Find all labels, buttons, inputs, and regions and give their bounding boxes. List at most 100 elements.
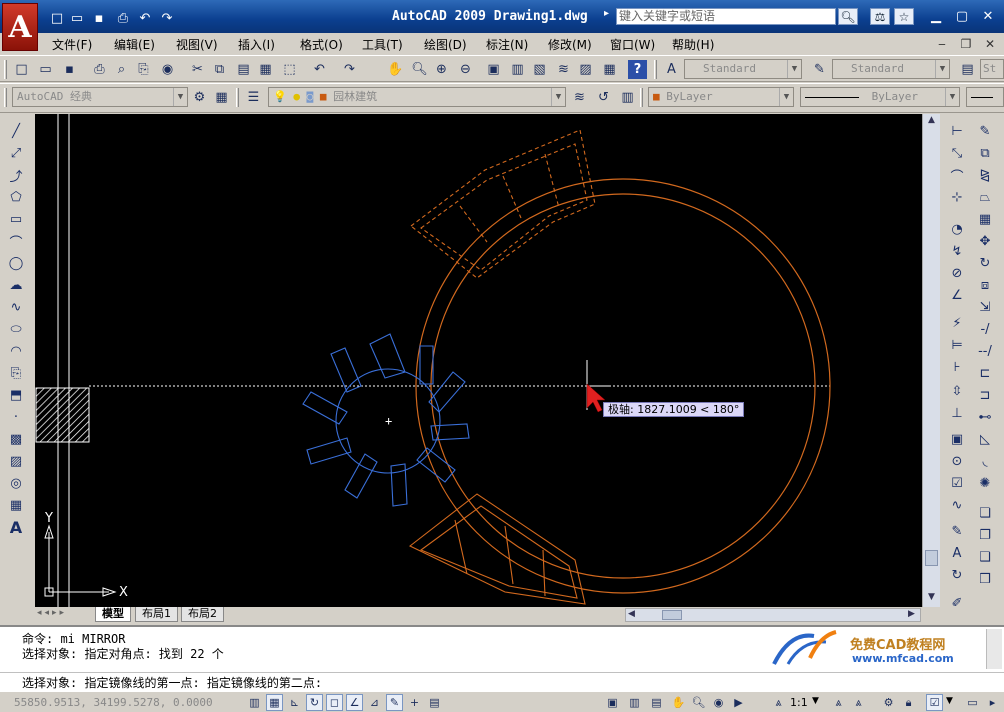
zoom-window-icon[interactable]: ⊕ bbox=[432, 60, 451, 79]
menu-dimension[interactable]: 标注(N) bbox=[486, 36, 528, 53]
tool-palettes-icon[interactable]: ▧ bbox=[530, 60, 549, 79]
rectangle-icon[interactable]: ▭ bbox=[6, 209, 26, 229]
tab-navigation-arrows[interactable]: ◂◂▸▸ bbox=[37, 608, 67, 618]
plot-preview-icon[interactable]: ⌕ bbox=[112, 60, 131, 79]
table-style-select[interactable]: St bbox=[980, 59, 1004, 79]
minimize-button[interactable]: ▁ bbox=[926, 8, 946, 25]
favorites-star-icon[interactable]: ☆ bbox=[894, 8, 914, 25]
workspace-settings-icon[interactable]: ⚙ bbox=[190, 88, 209, 107]
text-style-select[interactable]: Standard ▼ bbox=[684, 59, 802, 79]
command-scrollbar[interactable] bbox=[986, 629, 1002, 669]
search-arrow-icon[interactable]: ▸ bbox=[604, 8, 609, 19]
table-style-icon[interactable]: ▤ bbox=[958, 60, 977, 79]
quick-dimension-icon[interactable]: ⚡ bbox=[947, 313, 967, 333]
chamfer-icon[interactable]: ◺ bbox=[975, 429, 995, 449]
linetype-select[interactable]: ByLayer ▼ bbox=[800, 87, 960, 107]
paste-icon[interactable]: ▤ bbox=[234, 60, 253, 79]
inspection-icon[interactable]: ☑ bbox=[947, 473, 967, 493]
status-menu-icon[interactable]: ▸ bbox=[984, 694, 1001, 711]
coordinate-display[interactable]: 55850.9513, 34199.5278, 0.0000 bbox=[14, 696, 213, 709]
clean-screen-icon[interactable]: ▭ bbox=[964, 694, 981, 711]
communication-center-icon[interactable]: ⚖ bbox=[870, 8, 890, 25]
tolerance-icon[interactable]: ▣ bbox=[947, 429, 967, 449]
tab-model[interactable]: 模型 bbox=[95, 607, 131, 622]
zoom-previous-icon[interactable]: ⊖ bbox=[456, 60, 475, 79]
hatch-icon[interactable]: ▩ bbox=[6, 429, 26, 449]
markup-icon[interactable]: ▨ bbox=[576, 60, 595, 79]
line-icon[interactable]: ╱ bbox=[6, 121, 26, 141]
workspace-switch-icon[interactable]: ⚙ bbox=[880, 694, 897, 711]
diameter-dimension-icon[interactable]: ⊘ bbox=[947, 263, 967, 283]
point-icon[interactable]: · bbox=[6, 407, 26, 427]
open-folder-icon[interactable]: ▭ bbox=[68, 10, 86, 26]
grid-display-icon[interactable]: ▦ bbox=[266, 694, 283, 711]
ellipse-arc-icon[interactable]: ◠ bbox=[6, 341, 26, 361]
toolbar-grip[interactable] bbox=[236, 88, 239, 107]
auto-scale-icon[interactable]: ⩓ bbox=[850, 694, 867, 711]
help-search-input[interactable]: 键入关键字或短语 bbox=[616, 8, 836, 25]
polygon-icon[interactable]: ⬠ bbox=[6, 187, 26, 207]
open-icon[interactable]: ▭ bbox=[36, 60, 55, 79]
dynamic-ucs-icon[interactable]: ⊿ bbox=[366, 694, 383, 711]
quick-properties-icon[interactable]: ▤ bbox=[426, 694, 443, 711]
menu-tools[interactable]: 工具(T) bbox=[362, 36, 403, 53]
chevron-down-icon[interactable]: ▼ bbox=[946, 696, 953, 706]
menu-file[interactable]: 文件(F) bbox=[52, 36, 92, 53]
arc-segment[interactable] bbox=[408, 493, 586, 605]
layer-states-icon[interactable]: ▥ bbox=[618, 88, 637, 107]
drawing-canvas[interactable]: + Y X 极轴: 1827.1009 < 180° bbox=[35, 114, 922, 608]
zoom-status-icon[interactable]: 🔍︎ bbox=[690, 694, 707, 711]
pan-status-icon[interactable]: ✋ bbox=[670, 694, 687, 711]
layer-select[interactable]: 💡 ● ◙ ■ 园林建筑 ▼ bbox=[268, 87, 566, 107]
cut-icon[interactable]: ✂ bbox=[188, 60, 207, 79]
stretch-icon[interactable]: ⇲ bbox=[975, 297, 995, 317]
menu-draw[interactable]: 绘图(D) bbox=[424, 36, 467, 53]
dimension-edit-icon[interactable]: ✎ bbox=[947, 521, 967, 541]
dim-style-select[interactable]: Standard ▼ bbox=[832, 59, 950, 79]
annotation-scale-icon[interactable]: ⩓ bbox=[770, 694, 787, 711]
angular-dimension-icon[interactable]: ∠ bbox=[947, 285, 967, 305]
spline-icon[interactable]: ∿ bbox=[6, 297, 26, 317]
copy-object-icon[interactable]: ⧉ bbox=[975, 143, 995, 163]
break-at-point-icon[interactable]: ⊏ bbox=[975, 363, 995, 383]
scroll-up-icon[interactable]: ▲ bbox=[924, 115, 939, 129]
calculator-icon[interactable]: ▦ bbox=[600, 60, 619, 79]
menu-modify[interactable]: 修改(M) bbox=[548, 36, 592, 53]
dimension-text-edit-icon[interactable]: A bbox=[947, 543, 967, 563]
application-menu-button[interactable]: A bbox=[2, 3, 38, 51]
copy-icon[interactable]: ⧉ bbox=[210, 60, 229, 79]
mirror-icon[interactable]: ⧎ bbox=[975, 165, 995, 185]
offset-icon[interactable]: ⏢ bbox=[975, 187, 995, 207]
plot-icon[interactable]: ⎙ bbox=[90, 60, 109, 79]
table-icon[interactable]: ▦ bbox=[6, 495, 26, 515]
dim-style-icon[interactable]: ✎ bbox=[810, 60, 829, 79]
center-mark-icon[interactable]: ⊙ bbox=[947, 451, 967, 471]
sheet-set-icon[interactable]: ≋ bbox=[554, 60, 573, 79]
polyline-icon[interactable]: ⤴ bbox=[6, 165, 26, 185]
arc-length-icon[interactable]: ⌒ bbox=[947, 165, 967, 185]
help-icon[interactable]: ? bbox=[628, 60, 647, 79]
scroll-right-icon[interactable]: ▶ bbox=[908, 609, 915, 619]
tab-layout1[interactable]: 布局1 bbox=[135, 607, 178, 622]
text-style-icon[interactable]: A bbox=[662, 60, 681, 79]
gradient-icon[interactable]: ▨ bbox=[6, 451, 26, 471]
horizontal-scroll-thumb[interactable] bbox=[662, 610, 682, 620]
undo-icon[interactable]: ↶ bbox=[310, 60, 329, 79]
color-select[interactable]: ■ ByLayer ▼ bbox=[648, 87, 794, 107]
lock-icon[interactable]: 🔒︎ bbox=[900, 694, 917, 711]
3d-dwf-icon[interactable]: ◉ bbox=[158, 60, 177, 79]
design-center-icon[interactable]: ▥ bbox=[508, 60, 527, 79]
join-icon[interactable]: ⊷ bbox=[975, 407, 995, 427]
arc-icon[interactable]: ⌒ bbox=[6, 231, 26, 251]
toolbar-grip[interactable] bbox=[654, 60, 657, 79]
showmotion-icon[interactable]: ▶ bbox=[730, 694, 747, 711]
baseline-dimension-icon[interactable]: ⊨ bbox=[947, 335, 967, 355]
workspace-save-icon[interactable]: ▦ bbox=[212, 88, 231, 107]
block-editor-icon[interactable]: ⬚ bbox=[280, 60, 299, 79]
linear-dimension-icon[interactable]: ⊢ bbox=[947, 121, 967, 141]
search-icon[interactable]: 🔍︎ bbox=[838, 8, 858, 25]
make-block-icon[interactable]: ⬒ bbox=[6, 385, 26, 405]
toolbar-grip[interactable] bbox=[4, 88, 7, 107]
tab-layout2[interactable]: 布局2 bbox=[181, 607, 224, 622]
ellipse-icon[interactable]: ⬭ bbox=[6, 319, 26, 339]
